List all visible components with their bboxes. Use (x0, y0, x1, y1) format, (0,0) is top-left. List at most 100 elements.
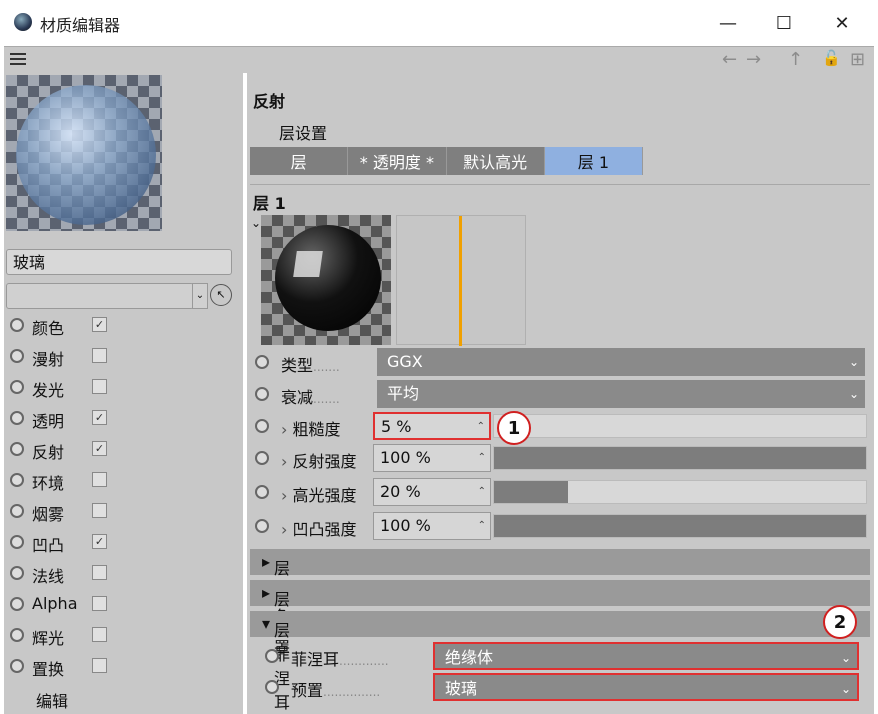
edit-label[interactable]: 编辑 (36, 688, 68, 712)
channel-item[interactable]: 漫射 (10, 343, 235, 369)
chevron-down-icon: ⌄ (848, 355, 859, 369)
channel-label: 法线 (32, 567, 65, 586)
layer-preview[interactable] (261, 215, 391, 345)
layer-title: 层 1 (253, 194, 286, 213)
type-label: 类型....... (281, 356, 340, 375)
param-slider[interactable] (493, 414, 867, 438)
channel-item[interactable]: Alpha (10, 591, 235, 617)
param-label: › 高光强度 (281, 486, 357, 505)
param-row: › 反射强度 100 %⌃⌄ (253, 444, 867, 489)
material-preview[interactable] (6, 75, 162, 231)
fresnel-select[interactable]: 绝缘体 ⌄ (433, 642, 859, 670)
checkbox[interactable] (92, 379, 107, 394)
channel-label: 置换 (32, 660, 65, 679)
radio-icon[interactable] (10, 349, 24, 363)
checkbox[interactable] (92, 627, 107, 642)
preset-select[interactable]: 玻璃 ⌄ (433, 673, 859, 701)
channel-item[interactable]: 法线 (10, 560, 235, 586)
param-value-field[interactable]: 5 %⌃⌄ (373, 412, 491, 458)
radio-icon[interactable] (255, 519, 269, 533)
material-name-field[interactable]: 玻璃 (6, 249, 232, 275)
channel-item[interactable]: 发光 (10, 374, 235, 400)
tab-default-specular[interactable]: 默认高光 (446, 147, 545, 175)
param-value-field[interactable]: 100 %⌃⌄ (373, 512, 491, 557)
section-layer-fresnel[interactable]: ▾ 层菲涅耳 (250, 611, 870, 712)
minimize-button[interactable]: — (708, 8, 748, 38)
collapse-chevron-icon[interactable]: ⌄ (251, 216, 261, 230)
section-layer-mask[interactable]: ▸ 层遮罩 (250, 580, 870, 657)
annotation-1: 1 (497, 411, 531, 445)
app-icon (14, 13, 32, 31)
channel-item[interactable]: 反射 ✓ (10, 436, 235, 462)
material-dropdown[interactable] (6, 283, 194, 309)
checkbox[interactable] (92, 503, 107, 518)
attenuation-select[interactable]: 平均 ⌄ (377, 380, 865, 408)
section-title: 反射 (253, 92, 286, 111)
tab-transparency[interactable]: * 透明度 * (348, 147, 447, 175)
chevron-down-icon: ⌄ (840, 651, 851, 665)
checkbox[interactable]: ✓ (92, 317, 107, 332)
divider (250, 184, 870, 185)
param-slider[interactable] (493, 514, 867, 538)
channel-item[interactable]: 置换 (10, 653, 235, 679)
radio-icon[interactable] (10, 442, 24, 456)
checkbox[interactable]: ✓ (92, 441, 107, 456)
checkbox[interactable] (92, 348, 107, 363)
radio-icon[interactable] (255, 419, 269, 433)
lock-icon[interactable]: 🔓 (822, 49, 841, 67)
checkbox[interactable] (92, 596, 107, 611)
forward-arrow-icon[interactable]: → (746, 49, 761, 70)
radio-icon[interactable] (10, 318, 24, 332)
channel-item[interactable]: 颜色 ✓ (10, 312, 235, 338)
radio-icon[interactable] (265, 649, 279, 663)
radio-icon[interactable] (255, 355, 269, 369)
radio-icon[interactable] (10, 597, 24, 611)
attributes-panel: 反射 层设置 层 * 透明度 * 默认高光 层 1 层 1 ⌄ 类型......… (247, 72, 874, 714)
radio-icon[interactable] (10, 628, 24, 642)
radio-icon[interactable] (10, 566, 24, 580)
fresnel-row: 菲涅耳............. 绝缘体 ⌄ (263, 642, 867, 670)
checkbox[interactable] (92, 472, 107, 487)
checkbox[interactable] (92, 565, 107, 580)
radio-icon[interactable] (10, 473, 24, 487)
radio-icon[interactable] (255, 485, 269, 499)
param-label: › 粗糙度 (281, 420, 341, 439)
radio-icon[interactable] (10, 659, 24, 673)
radio-icon[interactable] (255, 451, 269, 465)
channel-item[interactable]: 辉光 (10, 622, 235, 648)
new-window-icon[interactable]: ⊞ (850, 49, 865, 70)
close-button[interactable]: ✕ (822, 8, 862, 38)
checkbox[interactable]: ✓ (92, 534, 107, 549)
back-arrow-icon[interactable]: ← (722, 49, 737, 70)
up-arrow-icon[interactable]: ↑ (788, 49, 803, 70)
section-layer-color[interactable]: ▸ 层颜色 (250, 549, 870, 626)
picker-arrow-icon[interactable]: ↖ (210, 284, 232, 306)
checkbox[interactable]: ✓ (92, 410, 107, 425)
radio-icon[interactable] (10, 504, 24, 518)
chevron-down-icon[interactable]: ⌄ (192, 283, 208, 309)
channel-item[interactable]: 凹凸 ✓ (10, 529, 235, 555)
radio-icon[interactable] (265, 680, 279, 694)
window-title: 材质编辑器 (40, 16, 121, 35)
radio-icon[interactable] (255, 387, 269, 401)
chevron-down-icon: ⌄ (848, 387, 859, 401)
radio-icon[interactable] (10, 535, 24, 549)
maximize-button[interactable]: ☐ (764, 8, 804, 38)
channel-item[interactable]: 透明 ✓ (10, 405, 235, 431)
checkbox[interactable] (92, 658, 107, 673)
tab-layer-1[interactable]: 层 1 (544, 147, 643, 175)
chevron-down-icon: ⌄ (840, 682, 851, 696)
radio-icon[interactable] (10, 380, 24, 394)
type-select[interactable]: GGX ⌄ (377, 348, 865, 376)
radio-icon[interactable] (10, 411, 24, 425)
channel-label: 环境 (32, 474, 65, 493)
param-value-field[interactable]: 20 %⌃⌄ (373, 478, 491, 523)
hamburger-menu-icon[interactable] (10, 50, 26, 68)
tab-layer[interactable]: 层 (250, 147, 349, 175)
param-slider[interactable] (493, 480, 867, 504)
channel-item[interactable]: 环境 (10, 467, 235, 493)
param-slider[interactable] (493, 446, 867, 470)
channel-item[interactable]: 烟雾 (10, 498, 235, 524)
param-value-field[interactable]: 100 %⌃⌄ (373, 444, 491, 489)
reflectance-curve (396, 215, 526, 346)
